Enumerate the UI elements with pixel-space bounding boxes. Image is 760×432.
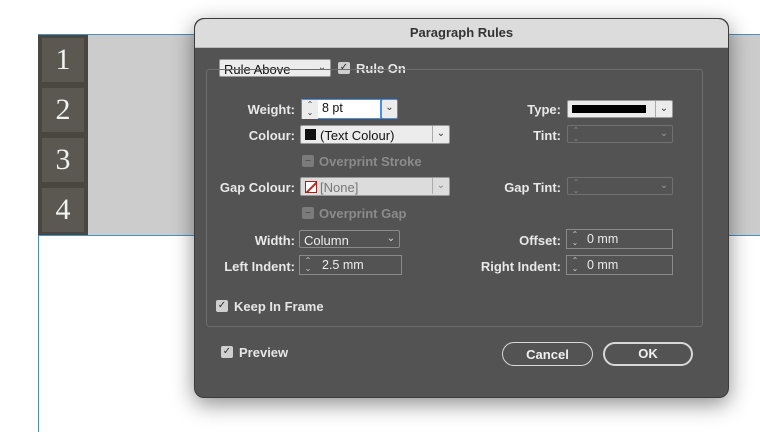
none-swatch-icon [305,181,317,193]
overprint-stroke-label: Overprint Stroke [319,154,422,169]
cancel-button[interactable]: Cancel [502,342,593,366]
dialog-title: Paragraph Rules [409,25,514,40]
offset-value: 0 mm [587,232,619,246]
right-indent-field[interactable]: ⌃ ⌄ 0 mm [566,255,673,275]
gap-tint-dropdown[interactable]: ⌃ ⌄ ⌄ [567,177,673,195]
chevron-down-icon: ⌄ [655,101,672,117]
type-label: Type: [527,102,561,117]
overprint-stroke-checkbox[interactable]: – [302,155,314,167]
stepper-icon: ⌃ ⌄ [572,178,580,195]
chevron-down-icon: ⌄ [432,178,449,194]
dialog-titlebar[interactable]: Paragraph Rules [195,19,728,48]
weight-dropdown-button[interactable]: ⌄ [381,99,398,119]
chevron-down-icon: ⌄ [386,233,396,244]
tint-dropdown[interactable]: ⌃ ⌄ ⌄ [567,125,673,143]
preview-label: Preview [239,345,289,360]
guide-line-left [38,235,39,432]
offset-label: Offset: [519,233,561,248]
stepper-icon[interactable]: ⌃ ⌄ [302,100,318,119]
stepper-icon[interactable]: ⌃ ⌄ [300,256,316,275]
gap-colour-value: [None] [320,180,359,195]
keep-in-frame-label: Keep In Frame [234,299,324,314]
type-dropdown[interactable]: ⌄ [567,100,673,118]
colour-value: (Text Colour) [320,128,395,143]
line-number: 1 [42,38,84,82]
right-indent-value: 0 mm [587,258,619,272]
left-indent-label: Left Indent: [224,259,295,274]
overprint-gap-label: Overprint Gap [319,206,407,221]
chevron-down-icon: ⌄ [385,102,394,113]
chevron-down-icon: ⌄ [659,128,669,139]
line-number: 3 [42,138,84,182]
width-value: Column [304,233,349,248]
colour-dropdown[interactable]: (Text Colour) ⌄ [300,125,450,144]
chevron-down-icon: ⌄ [659,180,669,191]
offset-field[interactable]: ⌃ ⌄ 0 mm [566,229,673,249]
stepper-icon[interactable]: ⌃ ⌄ [567,230,583,249]
tint-label: Tint: [533,128,561,143]
number-column: 1 2 3 4 [38,35,88,235]
stepper-icon[interactable]: ⌃ ⌄ [567,256,583,275]
black-swatch-icon [305,129,316,140]
colour-label: Colour: [248,128,295,143]
gap-colour-dropdown[interactable]: [None] ⌄ [300,177,450,196]
chevron-down-icon: ⌄ [432,126,449,142]
keep-in-frame-checkbox[interactable]: ✓ [216,300,228,312]
width-label: Width: [254,233,295,248]
right-indent-label: Right Indent: [480,259,561,274]
line-number: 4 [42,188,84,232]
weight-value: 8 pt [322,101,343,115]
gap-tint-label: Gap Tint: [504,180,561,195]
stepper-icon: ⌃ ⌄ [572,126,580,143]
overprint-gap-checkbox[interactable]: – [302,207,314,219]
checkmark-icon: ✓ [222,346,232,357]
weight-field[interactable]: ⌃ ⌄ 8 pt [301,99,381,119]
weight-label: Weight: [247,102,295,117]
ok-button[interactable]: OK [603,342,693,366]
left-indent-field[interactable]: ⌃ ⌄ 2.5 mm [299,255,402,275]
line-number: 2 [42,88,84,132]
left-indent-value: 2.5 mm [322,258,364,272]
solid-line-swatch [572,105,646,113]
width-dropdown[interactable]: Column ⌄ [299,230,400,248]
preview-checkbox[interactable]: ✓ [221,346,233,358]
checkmark-icon: ✓ [217,300,227,311]
gap-colour-label: Gap Colour: [219,180,295,195]
paragraph-rules-dialog: Paragraph Rules Rule Above ⌄ ✓ Rule On W… [194,18,729,398]
